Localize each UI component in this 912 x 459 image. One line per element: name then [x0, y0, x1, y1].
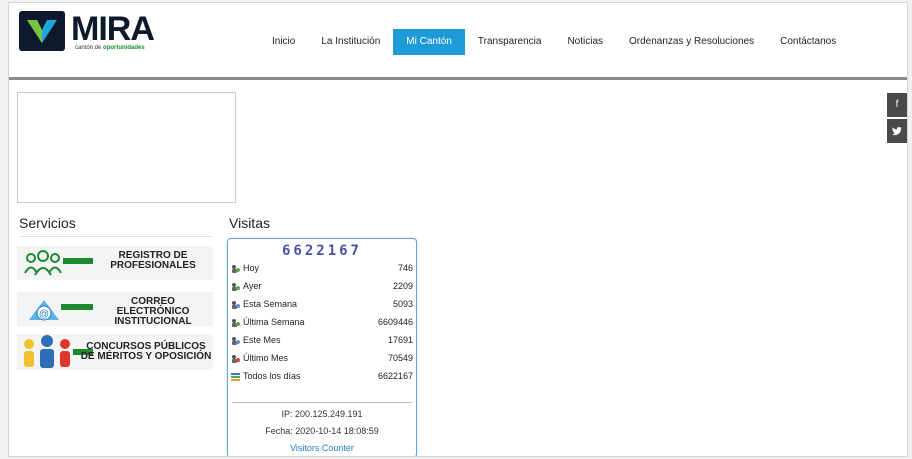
logo-text: MIRA	[71, 10, 155, 48]
registro-profesionales-button[interactable]: REGISTRO DE PROFESIONALES	[17, 246, 213, 280]
person-icon	[232, 319, 240, 327]
svc-label: REGISTRO DE PROFESIONALES	[110, 250, 196, 271]
logo-mark	[19, 11, 65, 51]
stat-row-esta-semana: Esta Semana 5093	[231, 298, 413, 313]
facebook-icon[interactable]: f	[887, 93, 907, 117]
site-header: MIRA cantón de oportunidades Inicio La I…	[9, 3, 907, 77]
header-divider	[9, 77, 907, 80]
nav-noticias[interactable]: Noticias	[554, 29, 616, 55]
person-icon	[232, 301, 240, 309]
stat-row-hoy: Hoy 746	[231, 262, 413, 277]
page: MIRA cantón de oportunidades Inicio La I…	[8, 2, 908, 457]
visitor-ip: IP: 200.125.249.191	[281, 409, 363, 419]
concursos-publicos-button[interactable]: CONCURSOS PÚBLICOS DE MÉRITOS Y OPOSICIÓ…	[17, 334, 213, 370]
svc-band	[63, 258, 93, 264]
professionals-group-icon	[24, 250, 62, 276]
nav-inicio[interactable]: Inicio	[259, 29, 308, 55]
nav-mi-canton[interactable]: Mi Cantón	[393, 29, 465, 55]
svc-label: CORREO ELECTRÓNICO INSTITUCIONAL	[114, 296, 192, 327]
main-nav: Inicio La Institución Mi Cantón Transpar…	[259, 29, 849, 55]
correo-institucional-button[interactable]: @ CORREO ELECTRÓNICO INSTITUCIONAL	[17, 292, 213, 327]
total-visits: 6622167	[281, 243, 362, 259]
social-bar: f	[887, 93, 907, 145]
banner-frame	[17, 92, 236, 203]
logo-check-icon	[25, 17, 59, 45]
person-icon	[232, 265, 240, 273]
stat-row-ayer: Ayer 2209	[231, 280, 413, 295]
email-at-icon: @	[29, 300, 59, 321]
nav-contactanos[interactable]: Contáctanos	[767, 29, 849, 55]
site-logo[interactable]: MIRA cantón de oportunidades	[19, 10, 155, 53]
servicios-divider	[19, 236, 213, 237]
twitter-icon[interactable]	[887, 119, 907, 143]
counter-divider	[232, 402, 412, 403]
stat-row-ultima-semana: Última Semana 6609446	[231, 316, 413, 331]
servicios-title: Servicios	[19, 215, 76, 231]
nav-la-institucion[interactable]: La Institución	[308, 29, 393, 55]
visit-date: Fecha: 2020-10-14 18:08:59	[265, 426, 379, 436]
visitors-counter-link[interactable]: Visitors Counter	[228, 443, 416, 453]
chart-icon	[231, 373, 240, 381]
stat-row-todos: Todos los días 6622167	[231, 370, 413, 385]
person-icon	[232, 283, 240, 291]
visitor-counter-widget: 6622167 Hoy 746 Ayer 2209 Esta Semana 5093 …	[227, 238, 417, 456]
svc-band	[61, 304, 93, 310]
svg-text:@: @	[39, 309, 49, 320]
logo-tagline: cantón de oportunidades	[75, 45, 145, 51]
visitas-title: Visitas	[229, 215, 270, 231]
stat-row-este-mes: Este Mes 17691	[231, 334, 413, 349]
nav-ordenanzas[interactable]: Ordenanzas y Resoluciones	[616, 29, 767, 55]
person-icon	[232, 337, 240, 345]
nav-transparencia[interactable]: Transparencia	[465, 29, 555, 55]
svc-label: CONCURSOS PÚBLICOS DE MÉRITOS Y OPOSICIÓ…	[80, 341, 212, 362]
person-icon	[232, 355, 240, 363]
stat-row-ultimo-mes: Último Mes 70549	[231, 352, 413, 367]
people-contest-icon	[24, 335, 70, 368]
